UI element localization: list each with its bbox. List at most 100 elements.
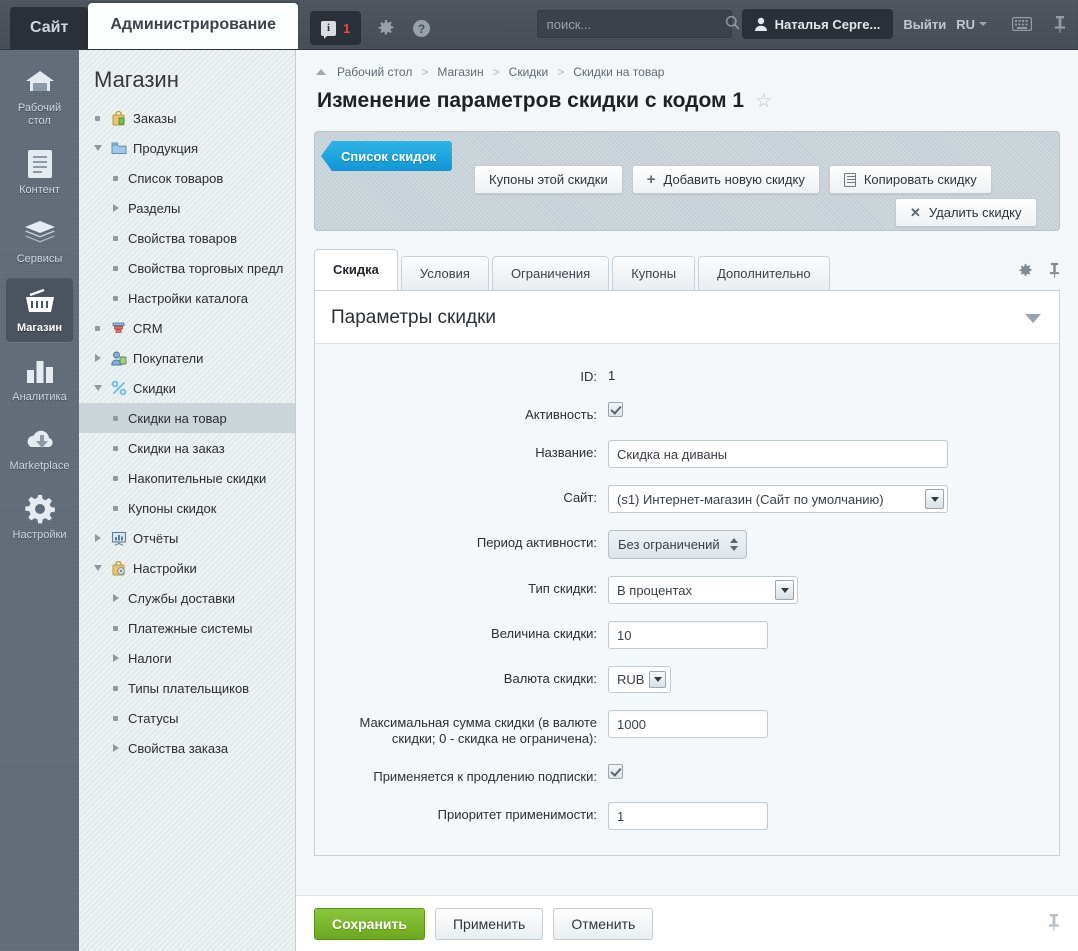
tree-item-свойства-заказа[interactable]: Свойства заказа: [79, 733, 295, 763]
tree-item-накопительные-скидки[interactable]: Накопительные скидки: [79, 463, 295, 493]
tab-скидка[interactable]: Скидка: [314, 249, 398, 290]
search-input[interactable]: [537, 15, 725, 33]
help-button[interactable]: ?: [411, 18, 431, 38]
rail-item-настройки[interactable]: Настройки: [6, 485, 73, 549]
tree-item-список-товаров[interactable]: Список товаров: [79, 163, 295, 193]
tree-marker[interactable]: [109, 292, 122, 305]
logout-link[interactable]: Выйти: [903, 17, 946, 32]
tree-marker[interactable]: [109, 502, 122, 515]
tree-item-crm[interactable]: CRM: [79, 313, 295, 343]
tree-item-продукция[interactable]: Продукция: [79, 133, 295, 163]
tree-item-заказы[interactable]: Заказы: [79, 103, 295, 133]
tree-marker[interactable]: [109, 202, 122, 215]
tree-marker[interactable]: [109, 172, 122, 185]
coupons-of-discount-button[interactable]: Купоны этой скидки: [474, 165, 623, 194]
notifications-button[interactable]: i 1: [310, 11, 362, 45]
tab-дополнительно[interactable]: Дополнительно: [698, 256, 830, 290]
discount-type-select[interactable]: В процентах: [608, 576, 798, 604]
rail-item-аналитика[interactable]: Аналитика: [6, 347, 73, 411]
tab-купоны[interactable]: Купоны: [612, 256, 696, 290]
tree-marker[interactable]: [109, 262, 122, 275]
tree-item-платежные-системы[interactable]: Платежные системы: [79, 613, 295, 643]
footer-pin-icon[interactable]: [1048, 913, 1060, 934]
tree-item-скидки-на-заказ[interactable]: Скидки на заказ: [79, 433, 295, 463]
name-input[interactable]: [608, 440, 948, 468]
search-icon[interactable]: [725, 15, 740, 33]
tree-item-службы-доставки[interactable]: Службы доставки: [79, 583, 295, 613]
tree-item-свойства-торговых-предл[interactable]: Свойства торговых предл: [79, 253, 295, 283]
tree-item-купоны-скидок[interactable]: Купоны скидок: [79, 493, 295, 523]
user-menu-button[interactable]: Наталья Серге...: [741, 9, 894, 39]
delete-discount-button[interactable]: ✕ Удалить скидку: [895, 198, 1037, 227]
tree-item-настройки-каталога[interactable]: Настройки каталога: [79, 283, 295, 313]
tree-item-скидки[interactable]: Скидки: [79, 373, 295, 403]
tab-ограничения[interactable]: Ограничения: [491, 256, 610, 290]
rail-item-магазин[interactable]: Магазин: [6, 278, 73, 342]
back-to-list-button[interactable]: Список скидок: [321, 141, 452, 171]
tree-item-разделы[interactable]: Разделы: [79, 193, 295, 223]
breadcrumb-item-1[interactable]: Магазин: [437, 65, 483, 79]
tree-marker[interactable]: [109, 682, 122, 695]
tree-marker[interactable]: [109, 712, 122, 725]
tree-marker[interactable]: [109, 622, 122, 635]
rail-item-label: Marketplace: [9, 460, 70, 472]
discount-amount-input[interactable]: [608, 621, 768, 649]
tree-marker[interactable]: [91, 352, 104, 365]
tree-item-label: Типы плательщиков: [128, 680, 250, 696]
max-amount-input[interactable]: [608, 710, 768, 738]
apply-button[interactable]: Применить: [434, 907, 544, 940]
tree-marker[interactable]: [109, 472, 122, 485]
tree-marker[interactable]: [91, 532, 104, 545]
tab-administration[interactable]: Администрирование: [88, 3, 299, 49]
rail-item-marketplace[interactable]: Marketplace: [6, 416, 73, 480]
tree-item-отч-ты[interactable]: Отчёты: [79, 523, 295, 553]
tree-marker[interactable]: [109, 412, 122, 425]
tree-marker[interactable]: [91, 322, 104, 335]
priority-input[interactable]: [608, 802, 768, 830]
tree-marker[interactable]: [91, 562, 104, 575]
tree-marker[interactable]: [91, 142, 104, 155]
tab-site[interactable]: Сайт: [10, 7, 89, 49]
tree-marker[interactable]: [109, 442, 122, 455]
activity-period-select[interactable]: Без ограничений: [608, 530, 747, 559]
tree-marker[interactable]: [109, 742, 122, 755]
site-select[interactable]: (s1) Интернет-магазин (Сайт по умолчанию…: [608, 485, 948, 513]
add-new-discount-button[interactable]: + Добавить новую скидку: [631, 165, 820, 194]
breadcrumb-item-3[interactable]: Скидки на товар: [573, 65, 664, 79]
tree-marker[interactable]: [91, 382, 104, 395]
cancel-button[interactable]: Отменить: [553, 907, 654, 940]
tab-pin-icon[interactable]: [1049, 262, 1060, 281]
breadcrumb-item-2[interactable]: Скидки: [509, 65, 549, 79]
star-icon[interactable]: ☆: [755, 92, 772, 111]
tree-marker[interactable]: [91, 112, 104, 125]
settings-gear-button[interactable]: [376, 18, 396, 38]
rail-item-рабочий-стол[interactable]: Рабочий стол: [6, 58, 73, 135]
tree-item-настройки[interactable]: Настройки: [79, 553, 295, 583]
rail-item-сервисы[interactable]: Сервисы: [6, 209, 73, 273]
triangle-up-icon[interactable]: [316, 69, 326, 75]
tree-item-свойства-товаров[interactable]: Свойства товаров: [79, 223, 295, 253]
breadcrumb-item-0[interactable]: Рабочий стол: [337, 65, 412, 79]
tree-marker[interactable]: [109, 592, 122, 605]
tab-условия[interactable]: Условия: [400, 256, 489, 290]
pin-button[interactable]: [1050, 14, 1070, 34]
active-checkbox[interactable]: [608, 402, 623, 417]
tree-marker[interactable]: [109, 652, 122, 665]
tree-item-скидки-на-товар[interactable]: Скидки на товар: [79, 403, 295, 433]
tree-item-покупатели[interactable]: Покупатели: [79, 343, 295, 373]
tab-settings-icon[interactable]: [1018, 263, 1033, 281]
save-button[interactable]: Сохранить: [314, 907, 425, 940]
currency-select[interactable]: RUB: [608, 666, 672, 693]
language-selector[interactable]: RU: [956, 17, 987, 32]
tree-marker[interactable]: [109, 232, 122, 245]
renew-checkbox[interactable]: [608, 764, 623, 779]
tree-item-типы-плательщиков[interactable]: Типы плательщиков: [79, 673, 295, 703]
keyboard-button[interactable]: [1012, 14, 1032, 34]
chevron-down-icon[interactable]: [1025, 313, 1041, 323]
folder-icon: [110, 140, 127, 157]
tree-item-статусы[interactable]: Статусы: [79, 703, 295, 733]
tree-item-налоги[interactable]: Налоги: [79, 643, 295, 673]
search-box[interactable]: [536, 10, 740, 38]
copy-discount-button[interactable]: Копировать скидку: [828, 165, 992, 194]
rail-item-контент[interactable]: Контент: [6, 140, 73, 204]
